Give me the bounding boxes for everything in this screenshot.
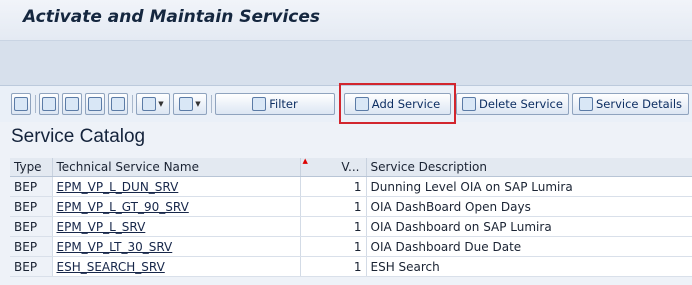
filter-button[interactable]: Filter: [215, 93, 335, 115]
service-details-button[interactable]: Service Details: [572, 93, 689, 115]
cell-type: BEP: [10, 196, 53, 217]
filter-label: Filter: [269, 97, 298, 111]
chevron-down-icon: ▼: [195, 100, 201, 108]
cell-technical-service-name[interactable]: ESH_SEARCH_SRV: [52, 256, 301, 277]
cell-type: BEP: [10, 256, 53, 277]
cell-technical-service-name[interactable]: EPM_VP_L_GT_90_SRV: [52, 196, 301, 217]
export-icon: [142, 97, 157, 111]
binoculars-icon: [88, 97, 102, 111]
window-title: Activate and Maintain Services: [23, 7, 321, 27]
cell-version: 1: [300, 196, 367, 217]
table-row[interactable]: BEP EPM_VP_LT_30_SRV 1 OIA Dashboard Due…: [10, 236, 692, 257]
find-button[interactable]: [85, 93, 105, 115]
column-header-type[interactable]: Type: [10, 158, 53, 177]
sort-ascending-button[interactable]: [39, 93, 59, 115]
column-header-service-description[interactable]: Service Description: [366, 158, 692, 177]
service-catalog-table: Type Technical Service Name ▲ V... Servic…: [10, 158, 692, 277]
chevron-down-icon: ▼: [158, 100, 164, 108]
details-button[interactable]: [11, 93, 31, 115]
cell-service-description: OIA DashBoard Open Days: [366, 196, 692, 217]
column-header-version[interactable]: ▲ V...: [300, 158, 367, 177]
column-header-version-label: V...: [341, 160, 360, 174]
application-toolbar-area: [0, 40, 692, 86]
layout-button[interactable]: ▼: [173, 93, 207, 115]
cell-version: 1: [300, 176, 367, 197]
delete-service-button[interactable]: Delete Service: [456, 93, 569, 115]
cell-technical-service-name[interactable]: EPM_VP_L_SRV: [52, 216, 301, 237]
table-row[interactable]: BEP EPM_VP_L_DUN_SRV 1 Dunning Level OIA…: [10, 176, 692, 197]
service-details-icon: [578, 97, 593, 111]
export-button[interactable]: ▼: [136, 93, 170, 115]
find-next-button[interactable]: [108, 93, 128, 115]
sort-indicator-icon: ▲: [302, 158, 308, 165]
table-header-row: Type Technical Service Name ▲ V... Servic…: [10, 158, 692, 177]
sort-descending-icon: [65, 97, 79, 111]
cell-version: 1: [300, 236, 367, 257]
service-details-label: Service Details: [595, 97, 683, 111]
table-row[interactable]: BEP ESH_SEARCH_SRV 1 ESH Search: [10, 256, 692, 277]
magnifier-icon: [14, 97, 28, 111]
toolbar-separator: [211, 95, 212, 113]
cell-version: 1: [300, 256, 367, 277]
cell-technical-service-name[interactable]: EPM_VP_LT_30_SRV: [52, 236, 301, 257]
layout-grid-icon: [179, 97, 194, 111]
toolbar-separator: [132, 95, 133, 113]
cell-service-description: OIA Dashboard on SAP Lumira: [366, 216, 692, 237]
cell-version: 1: [300, 216, 367, 237]
filter-icon: [252, 97, 267, 111]
section-title: Service Catalog: [11, 126, 146, 147]
cell-type: BEP: [10, 176, 53, 197]
sort-ascending-icon: [42, 97, 56, 111]
cell-service-description: OIA Dashboard Due Date: [366, 236, 692, 257]
binoculars-plus-icon: [111, 97, 125, 111]
table-row[interactable]: BEP EPM_VP_L_GT_90_SRV 1 OIA DashBoard O…: [10, 196, 692, 217]
cell-service-description: Dunning Level OIA on SAP Lumira: [366, 176, 692, 197]
column-header-technical-service-name[interactable]: Technical Service Name: [52, 158, 301, 177]
cell-technical-service-name[interactable]: EPM_VP_L_DUN_SRV: [52, 176, 301, 197]
title-bar: Activate and Maintain Services: [0, 0, 692, 40]
cell-service-description: ESH Search: [366, 256, 692, 277]
table-row[interactable]: BEP EPM_VP_L_SRV 1 OIA Dashboard on SAP …: [10, 216, 692, 237]
delete-service-label: Delete Service: [479, 97, 563, 111]
toolbar-separator: [35, 95, 36, 113]
delete-service-icon: [462, 97, 477, 111]
highlight-box: [339, 83, 456, 124]
cell-type: BEP: [10, 216, 53, 237]
sort-descending-button[interactable]: [62, 93, 82, 115]
cell-type: BEP: [10, 236, 53, 257]
